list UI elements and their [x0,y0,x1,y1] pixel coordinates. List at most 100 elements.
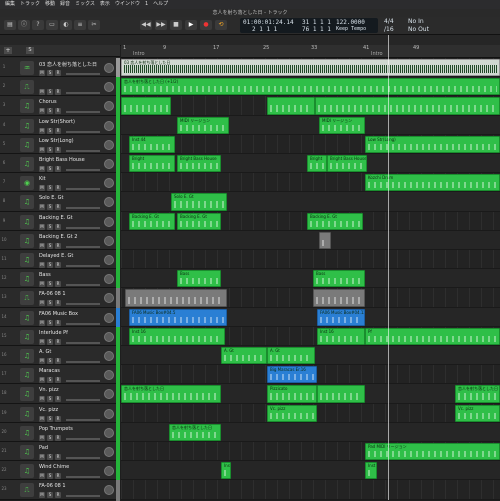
volume-slider[interactable] [66,245,100,248]
solo-button[interactable]: S [47,89,53,96]
region[interactable] [267,97,315,115]
forward-button[interactable]: ▶▶ [155,20,167,30]
record-enable-button[interactable]: R [55,166,61,172]
pan-knob[interactable] [104,389,114,400]
pan-knob[interactable] [104,485,114,496]
region[interactable]: A. Gt [267,347,315,365]
region[interactable] [121,97,171,115]
record-enable-button[interactable]: R [55,415,61,422]
volume-slider[interactable] [66,380,100,383]
volume-slider[interactable] [66,399,100,402]
solo-button[interactable]: S [47,262,53,268]
mute-button[interactable]: M [39,415,45,422]
region[interactable]: Backing E. Gt [307,212,363,230]
region[interactable]: 恋人を射ち落とした日 [169,423,221,441]
region[interactable] [125,289,227,307]
solo-button[interactable]: S [47,473,53,480]
mute-button[interactable]: M [39,338,45,345]
solo-button[interactable]: S [47,434,53,441]
pan-knob[interactable] [104,120,114,131]
quick-help-button[interactable]: ? [32,20,44,30]
track-header[interactable]: 12 ♫ Bass M S R [0,269,120,291]
region[interactable]: 恋人を射ち落とした日 [455,385,500,403]
track-name[interactable]: FA-06 08 1 [39,291,99,297]
solo-button[interactable]: S [47,377,53,384]
mute-button[interactable]: M [39,185,45,192]
mute-button[interactable]: M [39,70,45,76]
track-header[interactable]: 10 ♫ Backing E. Gt 2 MSR [0,230,120,252]
record-enable-button[interactable]: R [55,338,61,345]
mute-button[interactable]: M [39,319,45,326]
track-name[interactable]: Delayed E. Gt [39,253,99,259]
track-header[interactable]: 13 ⎍ FA-06 08 1 MSR [0,288,120,310]
record-enable-button[interactable]: R [55,127,61,134]
record-enable-button[interactable]: R [55,396,61,403]
track-header[interactable]: 18 ♫ Vn. pizz M S R [0,384,120,406]
region[interactable]: Pizzicato [267,385,317,403]
record-enable-button[interactable]: R [55,454,61,460]
volume-slider[interactable] [66,188,100,191]
volume-slider[interactable] [66,265,100,267]
track-name[interactable]: A. Gt [39,349,99,355]
track-header[interactable]: 7 ◉ Kit M S R [0,173,120,195]
pan-knob[interactable] [104,331,114,342]
solo-button[interactable]: S [47,358,53,364]
pan-knob[interactable] [104,408,114,419]
pan-knob[interactable] [104,197,114,208]
track-header[interactable]: 8 ♫ Solo E. Gt M S R [0,192,120,214]
record-enable-button[interactable]: R [55,223,61,230]
track-header[interactable]: 17 ♫ Maracas M S R [0,365,120,387]
volume-slider[interactable] [66,341,100,344]
pan-knob[interactable] [104,427,114,438]
pan-knob[interactable] [104,235,114,246]
editors-button[interactable]: ✂ [88,20,100,30]
mute-button[interactable]: M [39,223,45,230]
region[interactable]: Bright [307,155,327,173]
region[interactable]: Big Maracas Er.16 [267,366,317,384]
solo-button[interactable]: S [47,108,53,115]
volume-slider[interactable] [66,322,100,325]
region[interactable]: MIDI リージョン [177,116,229,134]
track-name[interactable]: Interlude Pf [39,330,99,336]
solo-button[interactable]: S [47,492,53,499]
solo-button[interactable]: S [47,242,53,249]
mute-button[interactable]: M [39,454,45,460]
solo-button[interactable]: S [47,454,53,460]
rewind-button[interactable]: ◀◀ [140,20,152,30]
arrange-area[interactable]: 03 恋人を射ち落とした日 恋人を射ち落とした日 (+1/2) MIDI リージョン… [121,58,500,500]
record-enable-button[interactable]: R [55,146,61,153]
track-name[interactable]: Low Str(Short) [39,119,99,125]
track-name[interactable]: 03 恋人を射ち落とした日 [39,61,99,68]
mute-button[interactable]: M [39,127,45,134]
lcd-in[interactable]: No In [408,18,424,25]
track-header[interactable]: 6 ♫ Bright Bass House M S R [0,154,120,175]
record-enable-button[interactable]: R [55,281,61,288]
solo-button[interactable]: S [47,185,53,192]
pan-knob[interactable] [104,178,114,189]
record-enable-button[interactable]: R [55,434,61,441]
region[interactable]: Inst 16 [365,462,377,480]
mute-button[interactable]: M [39,434,45,441]
volume-slider[interactable] [66,92,100,95]
region[interactable]: Low Str(Long) [365,135,500,153]
record-button[interactable]: ● [200,20,212,30]
record-enable-button[interactable]: R [55,204,61,211]
menu-item[interactable]: ヘルプ [153,1,168,7]
track-name[interactable]: Pad [39,445,99,451]
volume-slider[interactable] [66,111,100,114]
mute-button[interactable]: M [39,108,45,115]
pan-knob[interactable] [104,447,114,457]
region[interactable]: Backing E. Gt [129,212,175,230]
region[interactable]: Kozchi Drum [365,174,500,192]
track-name[interactable]: Vc. pizz [39,407,99,413]
solo-button[interactable]: S [47,166,53,172]
mute-button[interactable]: M [39,89,45,96]
region[interactable]: Vc. pizz [267,404,317,422]
menu-item[interactable]: トラック [20,1,40,7]
region[interactable]: Bright Bass House [327,155,367,173]
track-header[interactable]: 11 ♫ Delayed E. Gt M S R [0,250,120,271]
region[interactable] [317,385,365,403]
track-name[interactable]: Vn. pizz [39,387,99,393]
menu-item[interactable]: ウインドウ [115,1,140,7]
volume-slider[interactable] [66,169,100,171]
